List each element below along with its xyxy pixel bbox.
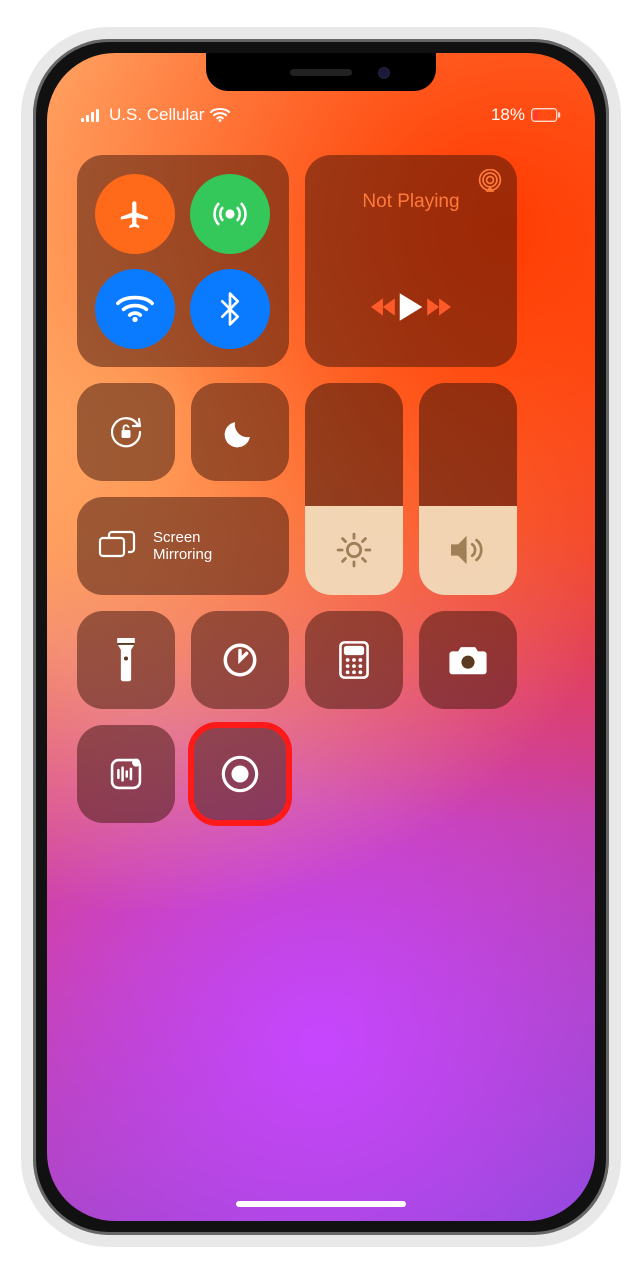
forward-button[interactable] [425, 297, 451, 322]
code-scanner-button[interactable] [77, 725, 175, 823]
calculator-icon [339, 641, 369, 679]
wifi-icon [116, 294, 154, 324]
volume-icon [448, 533, 488, 567]
brightness-icon [335, 531, 373, 569]
timer-button[interactable] [191, 611, 289, 709]
play-button[interactable] [397, 292, 425, 327]
wifi-button[interactable] [95, 269, 175, 349]
antenna-icon [212, 196, 248, 232]
moon-icon [223, 415, 257, 449]
volume-fill [419, 506, 517, 595]
camera-button[interactable] [419, 611, 517, 709]
flashlight-button[interactable] [77, 611, 175, 709]
flashlight-icon [114, 638, 138, 682]
media-panel[interactable]: Not Playing [305, 155, 517, 367]
battery-icon [531, 108, 561, 122]
brightness-slider[interactable] [305, 383, 403, 595]
notch [206, 53, 436, 91]
airplay-icon[interactable] [477, 169, 503, 198]
cellular-data-button[interactable] [190, 174, 270, 254]
timer-icon [221, 641, 259, 679]
camera-icon [448, 644, 488, 676]
screen-mirroring-label: Screen Mirroring [153, 529, 212, 564]
screen-mirroring-icon [97, 530, 137, 562]
airplane-mode-button[interactable] [95, 174, 175, 254]
volume-slider[interactable] [419, 383, 517, 595]
do-not-disturb-button[interactable] [191, 383, 289, 481]
screen-mirroring-button[interactable]: Screen Mirroring [77, 497, 289, 595]
battery-percent-label: 18% [491, 105, 525, 125]
wifi-icon [210, 108, 230, 122]
rewind-button[interactable] [371, 297, 397, 322]
calculator-button[interactable] [305, 611, 403, 709]
airplane-icon [118, 197, 152, 231]
screen-record-icon [220, 754, 260, 794]
brightness-fill [305, 506, 403, 595]
screen-record-button[interactable] [191, 725, 289, 823]
connectivity-panel[interactable] [77, 155, 289, 367]
status-bar: U.S. Cellular 18% [47, 105, 595, 125]
orientation-lock-icon [106, 412, 146, 452]
home-indicator[interactable] [236, 1201, 406, 1207]
phone-frame: U.S. Cellular 18% [21, 27, 621, 1247]
bluetooth-icon [219, 292, 241, 326]
orientation-lock-button[interactable] [77, 383, 175, 481]
media-title: Not Playing [362, 191, 459, 213]
carrier-label: U.S. Cellular [109, 105, 204, 125]
code-scanner-icon [107, 755, 145, 793]
bluetooth-button[interactable] [190, 269, 270, 349]
control-center: Not Playing [47, 155, 595, 839]
cellular-signal-icon [81, 108, 103, 122]
screen: U.S. Cellular 18% [47, 53, 595, 1221]
